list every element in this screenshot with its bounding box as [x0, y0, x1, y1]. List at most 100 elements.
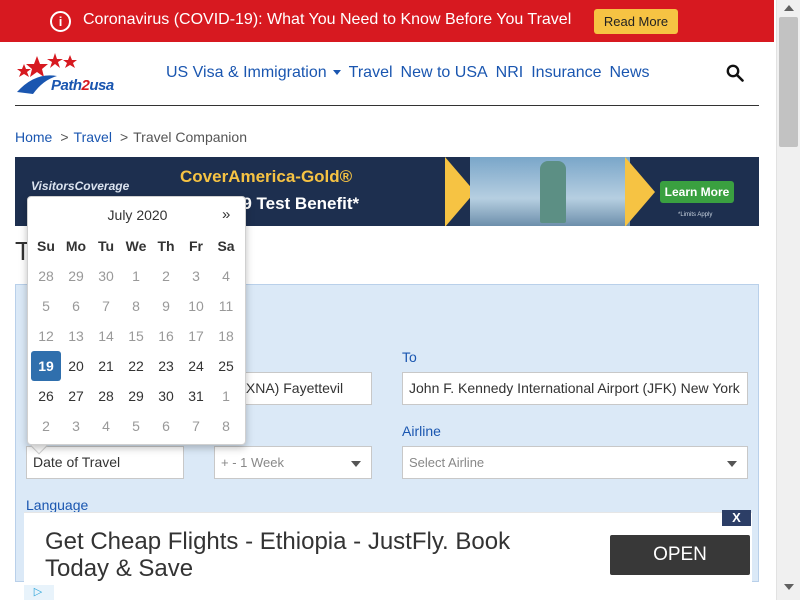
nav-news[interactable]: News — [609, 64, 649, 82]
datepicker-day[interactable]: 10 — [181, 291, 211, 321]
datepicker-day[interactable]: 3 — [181, 261, 211, 291]
date-flexibility-value: + - 1 Week — [221, 455, 284, 470]
ad-open-button[interactable]: OPEN — [610, 535, 750, 575]
datepicker-day[interactable]: 6 — [61, 291, 91, 321]
datepicker-day[interactable]: 25 — [211, 351, 241, 381]
datepicker-day[interactable]: 13 — [61, 321, 91, 351]
language-label: Language — [26, 497, 89, 513]
datepicker-day[interactable]: 14 — [91, 321, 121, 351]
chevron-down-icon — [332, 70, 341, 76]
datepicker-day[interactable]: 5 — [31, 291, 61, 321]
nav-us-visa-immigration[interactable]: US Visa & Immigration — [166, 64, 341, 82]
page-scrollbar[interactable] — [776, 0, 800, 600]
datepicker-day[interactable]: 1 — [121, 261, 151, 291]
datepicker-day[interactable]: 21 — [91, 351, 121, 381]
breadcrumb-home[interactable]: Home — [15, 129, 52, 145]
datepicker-day[interactable]: 16 — [151, 321, 181, 351]
datepicker-day[interactable]: 1 — [211, 381, 241, 411]
airline-select[interactable]: Select Airline — [402, 446, 748, 479]
airline-select-value: Select Airline — [409, 455, 485, 470]
ad-close-button[interactable]: X — [722, 510, 751, 526]
nav-insurance[interactable]: Insurance — [531, 64, 601, 82]
datepicker-day[interactable]: 12 — [31, 321, 61, 351]
datepicker-day[interactable]: 18 — [211, 321, 241, 351]
datepicker-grid: Su Mo Tu We Th Fr Sa 28 29 30 1 2 3 4 5 6 7 8 9 10 11 12 13 14 1… — [31, 231, 241, 441]
datepicker-day[interactable]: 20 — [61, 351, 91, 381]
datepicker-day[interactable]: 8 — [211, 411, 241, 441]
scroll-up-arrow-icon[interactable] — [784, 5, 794, 11]
datepicker-month-title: July 2020 — [107, 207, 168, 223]
nav-travel[interactable]: Travel — [349, 64, 393, 82]
datepicker-day[interactable]: 27 — [61, 381, 91, 411]
weekday-header: Sa — [217, 238, 235, 254]
datepicker-day[interactable]: 11 — [211, 291, 241, 321]
banner-brand-logo: VisitorsCoverage — [31, 179, 130, 193]
nav-nri[interactable]: NRI — [496, 64, 524, 82]
datepicker-day[interactable]: 4 — [91, 411, 121, 441]
datepicker-day[interactable]: 28 — [31, 261, 61, 291]
weekday-header: Tu — [97, 238, 115, 254]
search-icon[interactable] — [726, 64, 744, 82]
banner-title: CoverAmerica-Gold® — [180, 167, 353, 186]
breadcrumb: Home > Travel > Travel Companion — [15, 129, 247, 145]
to-airport-input[interactable]: John F. Kennedy International Airport (J… — [402, 372, 748, 405]
date-of-travel-input[interactable]: Date of Travel — [26, 446, 184, 479]
datepicker-day[interactable]: 29 — [61, 261, 91, 291]
datepicker-day[interactable]: 9 — [151, 291, 181, 321]
datepicker-day[interactable]: 15 — [121, 321, 151, 351]
datepicker-day[interactable]: 6 — [151, 411, 181, 441]
datepicker-day[interactable]: 28 — [91, 381, 121, 411]
covid-alert-bar: i Coronavirus (COVID-19): What You Need … — [0, 0, 774, 42]
to-label: To — [402, 349, 417, 365]
banner-chevron-right — [625, 157, 655, 226]
datepicker-day[interactable]: 30 — [151, 381, 181, 411]
path2usa-logo[interactable]: Path2usa — [15, 52, 140, 98]
ad-headline[interactable]: Get Cheap Flights - Ethiopia - JustFly. … — [45, 528, 575, 582]
breadcrumb-current: Travel Companion — [133, 129, 247, 145]
banner-fine-print: *Limits Apply — [678, 212, 713, 218]
datepicker-day[interactable]: 7 — [181, 411, 211, 441]
datepicker-day[interactable]: 5 — [121, 411, 151, 441]
chevron-down-icon — [727, 461, 737, 467]
scroll-down-arrow-icon[interactable] — [784, 584, 794, 590]
weekday-header: Su — [37, 238, 55, 254]
date-flexibility-select[interactable]: + - 1 Week — [214, 446, 372, 479]
adchoices-icon[interactable]: ▷ — [24, 585, 54, 600]
nav-new-to-usa[interactable]: New to USA — [401, 64, 488, 82]
main-nav: US Visa & Immigration Travel New to USA … — [166, 64, 658, 82]
airline-label: Airline — [402, 423, 441, 439]
read-more-button[interactable]: Read More — [594, 9, 678, 34]
datepicker-day[interactable]: 3 — [61, 411, 91, 441]
chevron-down-icon — [351, 461, 361, 467]
datepicker-day[interactable]: 8 — [121, 291, 151, 321]
statue-icon — [540, 161, 566, 223]
info-circle-icon: i — [50, 11, 71, 32]
breadcrumb-travel[interactable]: Travel — [74, 129, 112, 145]
weekday-header: We — [125, 238, 147, 254]
weekday-header: Th — [157, 238, 175, 254]
banner-learn-more-button[interactable]: Learn More — [660, 181, 734, 203]
datepicker-day[interactable]: 29 — [121, 381, 151, 411]
breadcrumb-separator: > — [60, 129, 69, 145]
datepicker-next-month-button[interactable]: » — [222, 206, 230, 223]
datepicker-day[interactable]: 30 — [91, 261, 121, 291]
header-divider — [15, 105, 759, 106]
breadcrumb-separator: > — [119, 129, 129, 145]
datepicker-day[interactable]: 22 — [121, 351, 151, 381]
date-of-travel-text: Date of Travel — [33, 454, 121, 470]
datepicker-day[interactable]: 4 — [211, 261, 241, 291]
datepicker-day[interactable]: 2 — [151, 261, 181, 291]
alert-text[interactable]: Coronavirus (COVID-19): What You Need to… — [83, 11, 571, 29]
scrollbar-thumb[interactable] — [779, 17, 798, 147]
datepicker-day[interactable]: 23 — [151, 351, 181, 381]
datepicker-day[interactable]: 2 — [31, 411, 61, 441]
datepicker-day[interactable]: 31 — [181, 381, 211, 411]
datepicker-day[interactable]: 7 — [91, 291, 121, 321]
weekday-header: Mo — [65, 238, 87, 254]
datepicker-day[interactable]: 24 — [181, 351, 211, 381]
weekday-header: Fr — [189, 238, 203, 254]
datepicker-day[interactable]: 17 — [181, 321, 211, 351]
logo-text: Path2usa — [51, 77, 114, 94]
datepicker-day[interactable]: 26 — [31, 381, 61, 411]
datepicker-day-selected[interactable]: 19 — [31, 351, 61, 381]
